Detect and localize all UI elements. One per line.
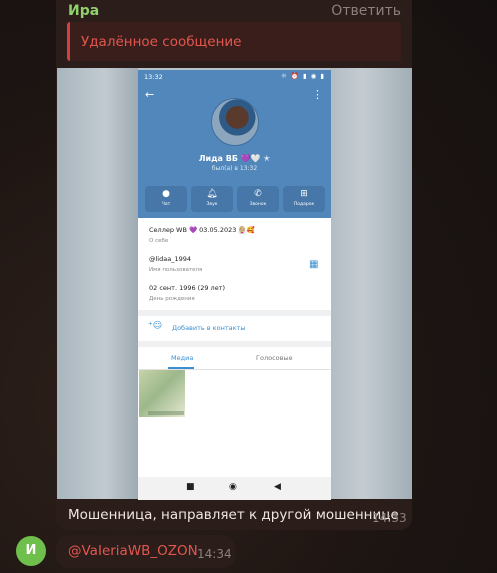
profile-info: Селлер WB 💜 03.05.2023 👰🏼🥰 О себе @lidaa… xyxy=(138,218,331,310)
media-thumbnail xyxy=(139,370,185,417)
reply-button[interactable]: Ответить xyxy=(331,3,401,19)
profile-actions: ● Чат 🔔︎ Звук ✆ Звонок ⊞ Подарок xyxy=(145,186,325,212)
action-chat: ● Чат xyxy=(145,186,187,212)
thumbnail-caption-bar xyxy=(148,411,184,415)
recents-icon: ■ xyxy=(186,482,195,492)
tab-media: Медиа xyxy=(171,354,194,362)
sender-name[interactable]: Ира xyxy=(68,3,99,19)
add-contact-row: ⁺☺ Добавить в контакты xyxy=(138,316,331,341)
bell-icon: 🔔︎ xyxy=(206,189,218,199)
username-text: @lidaa_1994 xyxy=(149,255,191,263)
birthday-text: 02 сент. 1996 (29 лет) xyxy=(149,284,226,292)
birthday-label: День рождения xyxy=(149,296,195,302)
mention-link[interactable]: @VaIeriaWB_OZON xyxy=(68,543,198,559)
action-label: Чат xyxy=(161,202,171,207)
media-tabs: Медиа Голосовые xyxy=(138,347,331,370)
home-icon: ◉ xyxy=(229,482,237,492)
action-label: Звук xyxy=(206,202,218,207)
action-sound: 🔔︎ Звук xyxy=(191,186,233,212)
bio-label: О себе xyxy=(149,238,169,244)
action-gift: ⊞ Подарок xyxy=(283,186,325,212)
message-text: Мошенница, направляет к другой мошеннице xyxy=(68,507,399,523)
last-seen: был(а) в 13:32 xyxy=(211,165,258,172)
qr-code-icon: ▦ xyxy=(309,259,319,270)
sender-avatar[interactable]: И xyxy=(16,536,46,566)
message-time: 14:34 xyxy=(197,547,232,561)
username-label: Имя пользователя xyxy=(149,267,203,273)
action-call: ✆ Звонок xyxy=(237,186,279,212)
more-vertical-icon: ⋮ xyxy=(312,88,323,101)
profile-avatar xyxy=(211,98,259,146)
back-triangle-icon: ◀ xyxy=(274,482,281,492)
back-arrow-icon: ← xyxy=(145,88,155,101)
tab-indicator xyxy=(168,367,194,369)
status-time: 13:32 xyxy=(144,73,163,81)
chat-icon: ● xyxy=(162,189,170,199)
android-nav-bar: ■ ◉ ◀ xyxy=(138,477,331,500)
gift-icon: ⊞ xyxy=(300,189,308,199)
tab-voice: Голосовые xyxy=(256,354,293,362)
status-icons: ☼ ⏰ ▮ ◉ ▮ xyxy=(280,72,325,80)
action-label: Звонок xyxy=(249,202,267,207)
profile-name: Лида ВБ 💜🤍 ✭ xyxy=(198,154,271,163)
bio-text: Селлер WB 💜 03.05.2023 👰🏼🥰 xyxy=(149,226,255,234)
attachment-blur-left xyxy=(57,68,138,499)
add-user-icon: ⁺☺ xyxy=(148,321,163,331)
attachment-blur-right xyxy=(330,68,412,499)
message-time: 14:33 xyxy=(372,511,407,525)
profile-header: 13:32 ☼ ⏰ ▮ ◉ ▮ ← ⋮ Лида ВБ 💜🤍 ✭ был(а) … xyxy=(138,70,331,218)
deleted-message-quote[interactable]: Удалённое сообщение xyxy=(67,22,401,61)
phone-icon: ✆ xyxy=(254,189,262,199)
deleted-message-text: Удалённое сообщение xyxy=(81,34,242,50)
action-label: Подарок xyxy=(293,202,315,207)
add-contact-label: Добавить в контакты xyxy=(172,324,246,332)
phone-screenshot: 13:32 ☼ ⏰ ▮ ◉ ▮ ← ⋮ Лида ВБ 💜🤍 ✭ был(а) … xyxy=(138,70,331,500)
